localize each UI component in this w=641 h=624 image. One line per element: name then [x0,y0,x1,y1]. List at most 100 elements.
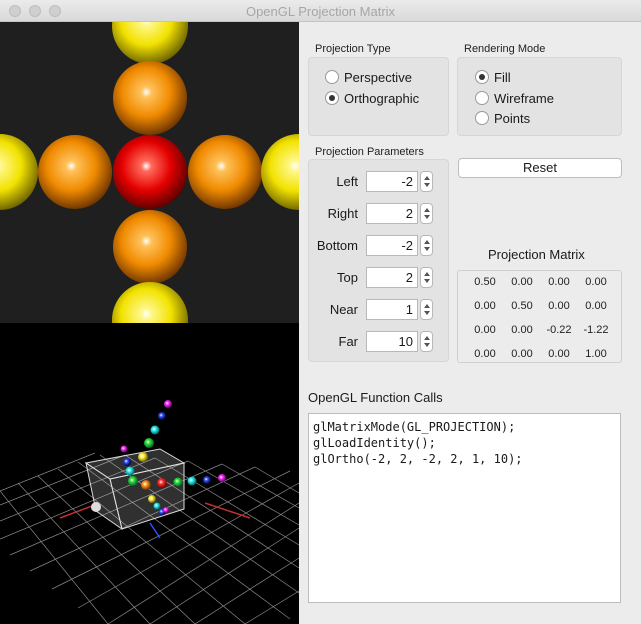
param-bottom-label: Bottom [316,238,358,253]
param-left-stepper[interactable] [420,171,433,192]
scene-sphere [173,477,183,487]
radio-points[interactable]: Points [475,109,530,127]
param-left-input[interactable]: -2 [366,171,418,192]
radio-perspective[interactable]: Perspective [325,68,412,86]
scene-sphere [141,480,151,490]
stepper-down-icon[interactable] [424,183,430,187]
projection-type-group: Perspective Orthographic [308,57,449,136]
projection-parameters-title: Projection Parameters [315,146,424,158]
stepper-up-icon[interactable] [424,240,430,244]
param-far-stepper[interactable] [420,331,433,352]
scene-sphere [144,438,154,448]
scene-sphere [120,445,128,453]
matrix-cell: 0.00 [548,300,570,312]
stepper-down-icon[interactable] [424,247,430,251]
scene-sphere [150,425,160,435]
scene-sphere [153,502,161,510]
stepper-up-icon[interactable] [424,336,430,340]
radio-perspective-indicator[interactable] [325,70,339,84]
function-calls-title: OpenGL Function Calls [308,390,443,405]
projection-matrix-title: Projection Matrix [488,247,585,262]
code-line: glMatrixMode(GL_PROJECTION); [313,420,516,434]
projected-view-canvas [0,22,299,323]
radio-orthographic[interactable]: Orthographic [325,89,419,107]
matrix-cell: 0.00 [585,300,607,312]
stepper-down-icon[interactable] [424,279,430,283]
scene-sphere [203,476,211,484]
radio-orthographic-label: Orthographic [344,90,420,106]
param-bottom-stepper[interactable] [420,235,433,256]
radio-fill-indicator[interactable] [475,70,489,84]
sphere-yellow-top [112,22,188,64]
matrix-cell: -1.22 [583,324,609,336]
stepper-down-icon[interactable] [424,311,430,315]
matrix-cell: 0.00 [548,348,570,360]
matrix-cell: 0.00 [585,276,607,288]
radio-orthographic-indicator[interactable] [325,91,339,105]
radio-wireframe-indicator[interactable] [475,91,489,105]
sphere-yellow-left [0,134,38,210]
sphere-orange-right [188,135,262,209]
param-near-label: Near [329,302,358,317]
scene-sphere [123,458,131,466]
stepper-up-icon[interactable] [424,208,430,212]
param-bottom-input[interactable]: -2 [366,235,418,256]
matrix-cell: 0.00 [474,300,496,312]
matrix-cell: 1.00 [585,348,607,360]
scene-sphere [218,474,226,482]
scene-view[interactable] [0,323,299,624]
param-near-input[interactable]: 1 [366,299,418,320]
stepper-down-icon[interactable] [424,215,430,219]
matrix-cell: 0.50 [511,300,533,312]
radio-perspective-label: Perspective [344,69,412,85]
sphere-orange-bottom [113,210,187,284]
param-far-input[interactable]: 10 [366,331,418,352]
scene-sphere [125,466,135,476]
sphere-red-center [113,135,187,209]
radio-wireframe-label: Wireframe [494,90,554,106]
matrix-cell: 0.00 [511,324,533,336]
scene-sphere [157,478,167,488]
camera-marker [91,502,101,512]
scene-view-canvas [0,400,299,624]
radio-wireframe[interactable]: Wireframe [475,89,554,107]
sphere-yellow-right [261,134,299,210]
scene-sphere [158,412,166,420]
title-bar[interactable]: OpenGL Projection Matrix [0,0,641,22]
matrix-cell: 0.00 [511,348,533,360]
projection-matrix-box: 0.50 0.00 0.00 0.00 0.00 0.50 0.00 0.00 … [457,270,622,363]
window-title: OpenGL Projection Matrix [245,4,396,19]
scene-sphere [148,495,156,503]
app-window: OpenGL Projection Matrix Projection Type… [0,0,641,624]
matrix-cell: -0.22 [546,324,572,336]
projection-parameters-group: Left -2 Right 2 Bottom -2 Top 2 Near 1 F… [308,159,449,362]
radio-fill-label: Fill [494,69,511,85]
stepper-up-icon[interactable] [424,304,430,308]
scene-sphere [138,452,148,462]
param-far-label: Far [338,334,359,349]
radio-fill[interactable]: Fill [475,68,511,86]
matrix-cell: 0.00 [548,276,570,288]
sphere-orange-top [113,61,187,135]
reset-button[interactable]: Reset [458,158,622,178]
radio-points-indicator[interactable] [475,111,489,125]
stepper-up-icon[interactable] [424,176,430,180]
stepper-down-icon[interactable] [424,343,430,347]
param-top-input[interactable]: 2 [366,267,418,288]
param-right-stepper[interactable] [420,203,433,224]
param-top-stepper[interactable] [420,267,433,288]
x-axis-line-far [204,502,251,519]
rendering-mode-title: Rendering Mode [464,43,546,55]
matrix-cell: 0.00 [474,348,496,360]
projected-view[interactable] [0,22,299,323]
sphere-yellow-bottom [112,282,188,323]
z-axis-line [149,522,161,539]
function-calls-textarea[interactable]: glMatrixMode(GL_PROJECTION); glLoadIdent… [308,413,621,603]
param-right-input[interactable]: 2 [366,203,418,224]
stepper-up-icon[interactable] [424,272,430,276]
code-line: glOrtho(-2, 2, -2, 2, 1, 10); [313,452,523,466]
scene-sphere [163,507,169,513]
view-frustum-box [84,448,186,531]
param-left-label: Left [336,174,358,189]
param-near-stepper[interactable] [420,299,433,320]
